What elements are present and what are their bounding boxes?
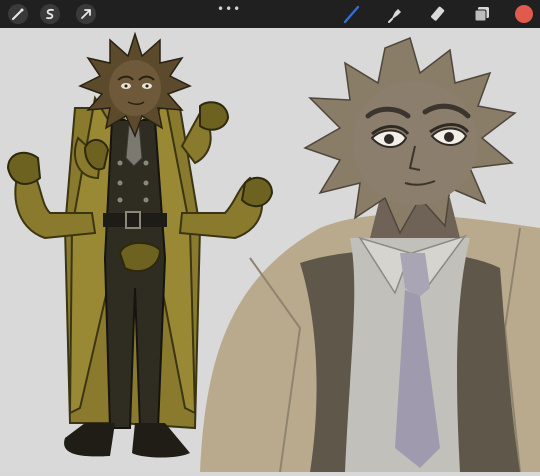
artwork-illustration xyxy=(0,28,540,473)
more-menu-button[interactable]: ••• xyxy=(217,3,241,15)
adjustments-icon[interactable] xyxy=(8,4,28,24)
top-toolbar: ••• xyxy=(0,0,540,28)
color-icon[interactable] xyxy=(515,5,533,23)
drawing-canvas[interactable] xyxy=(0,28,540,473)
selection-icon[interactable] xyxy=(40,4,60,24)
brush-icon[interactable] xyxy=(342,4,362,24)
transform-icon[interactable] xyxy=(76,4,96,24)
eraser-icon[interactable] xyxy=(428,4,448,24)
layers-icon[interactable] xyxy=(472,4,492,24)
smudge-icon[interactable] xyxy=(386,4,406,24)
